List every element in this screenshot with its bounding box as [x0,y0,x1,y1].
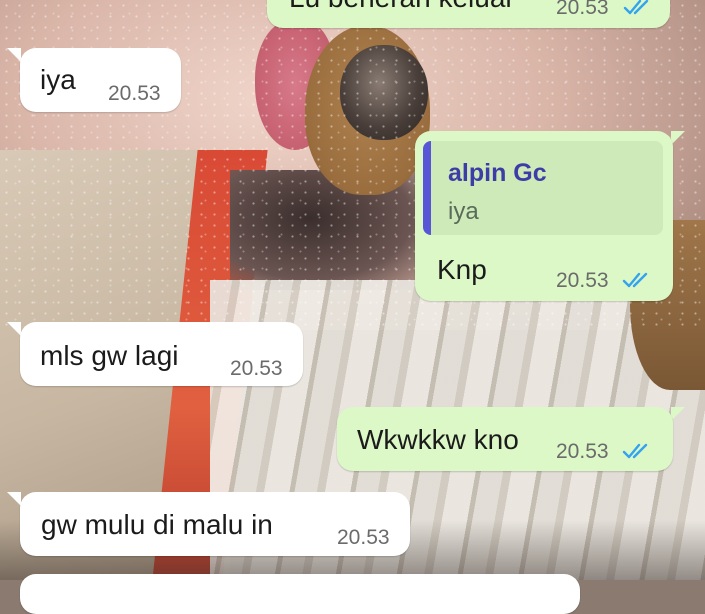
double-check-icon [622,443,648,459]
message-text: gw mulu di malu in [41,509,273,540]
bubble-tail [7,322,21,336]
double-check-icon [622,272,648,288]
double-check-icon [623,0,649,15]
message-text: Lu beneran keluar [289,0,515,12]
quoted-text: iya [448,198,479,225]
bubble-tail [671,131,685,145]
message-time: 20.53 [230,357,283,380]
message-bubble-incoming[interactable]: gw mulu di malu in 20.53 [20,492,410,556]
message-bubble-outgoing[interactable]: Wkwkkw kno 20.53 [337,407,673,471]
message-time: 20.53 [556,440,609,463]
message-time: 20.53 [337,526,390,549]
bubble-tail [7,48,21,62]
message-time: 20.53 [556,269,609,292]
quoted-sender: alpin Gc [448,159,547,187]
bubble-tail [7,492,21,506]
message-bubble-incoming-partial[interactable] [20,574,580,614]
message-text: Knp [437,254,487,285]
bubble-tail [671,407,685,421]
message-time: 20.53 [108,82,161,105]
message-bubble-incoming[interactable]: iya 20.53 [20,48,181,112]
message-time: 20.53 [556,0,609,19]
quote-accent-bar [423,141,431,235]
message-text: mls gw lagi [40,340,179,371]
message-text: Wkwkkw kno [357,424,519,455]
message-bubble-outgoing[interactable]: Lu beneran keluar 20.53 [267,0,670,28]
message-text: iya [40,64,76,95]
quoted-reply[interactable]: alpin Gc iya [423,141,663,235]
message-bubble-incoming[interactable]: mls gw lagi 20.53 [20,322,303,386]
